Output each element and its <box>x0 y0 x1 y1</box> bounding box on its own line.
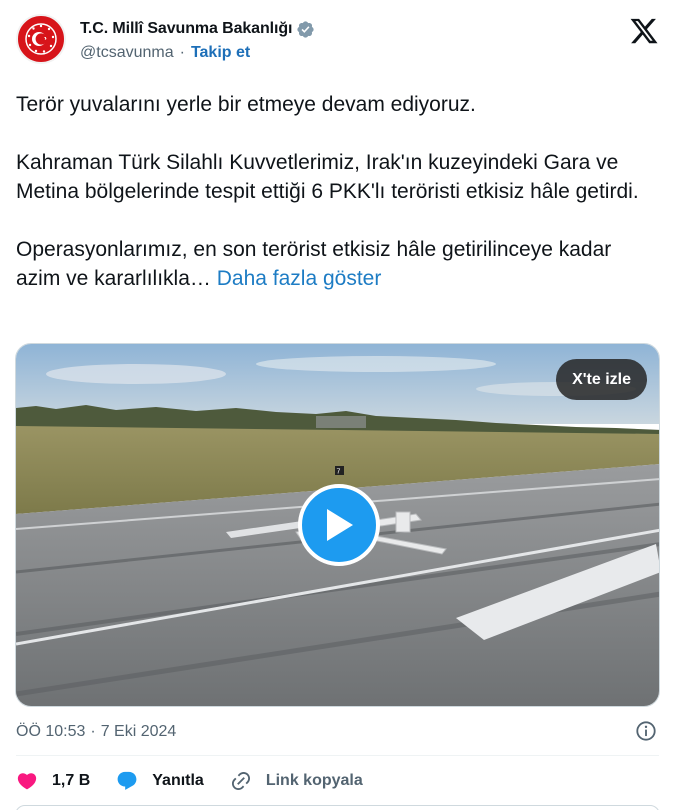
tweet-paragraph-1: Terör yuvalarını yerle bir etmeye devam … <box>16 93 476 116</box>
divider <box>16 755 659 756</box>
play-button[interactable] <box>298 484 380 566</box>
tweet-paragraph-3: Operasyonlarımız, en son terörist etkisi… <box>16 235 656 293</box>
link-icon <box>231 771 250 791</box>
tweet-paragraph-2: Kahraman Türk Silahlı Kuvvetlerimiz, Ira… <box>16 151 639 203</box>
like-button[interactable]: 1,7 B <box>16 770 90 792</box>
author-avatar[interactable] <box>16 14 66 64</box>
reply-button[interactable]: Yanıtla <box>116 770 204 792</box>
handle-separator: · <box>179 44 185 61</box>
copy-link-label: Link kopyala <box>265 772 363 789</box>
verified-badge-icon <box>297 20 314 38</box>
x-logo-icon[interactable] <box>629 16 659 46</box>
tweet-time[interactable]: ÖÖ 10:53 <box>16 723 85 741</box>
read-replies-card-edge <box>15 805 660 810</box>
show-more-link[interactable]: Daha fazla göster <box>217 267 382 290</box>
heart-icon <box>17 773 37 790</box>
tweet-date[interactable]: 7 Eki 2024 <box>101 723 177 741</box>
reply-bubble-icon <box>117 771 137 790</box>
tweet-body: Terör yuvalarını yerle bir etmeye devam … <box>16 90 656 293</box>
video-media[interactable]: 7 X'te izle <box>15 343 660 707</box>
author-handle[interactable]: @tcsavunma <box>80 44 174 62</box>
meta-separator: · <box>90 723 96 740</box>
play-icon <box>327 509 353 541</box>
follow-button[interactable]: Takip et <box>191 44 250 62</box>
like-count: 1,7 B <box>52 772 91 789</box>
runway-marker-label: 7 <box>337 469 341 476</box>
info-icon[interactable] <box>635 720 657 742</box>
tweet-meta: ÖÖ 10:53 · 7 Eki 2024 <box>16 720 659 744</box>
copy-link-button[interactable]: Link kopyala <box>230 770 363 792</box>
watch-on-x-button[interactable]: X'te izle <box>556 359 647 400</box>
tweet-actions: 1,7 B Yanıtla Link kopyala <box>16 768 389 794</box>
author-display-name[interactable]: T.C. Millî Savunma Bakanlığı <box>80 20 292 38</box>
reply-label: Yanıtla <box>152 772 204 789</box>
tweet-header: T.C. Millî Savunma Bakanlığı @tcsavunma … <box>16 14 659 74</box>
ministry-emblem-icon <box>19 17 63 61</box>
